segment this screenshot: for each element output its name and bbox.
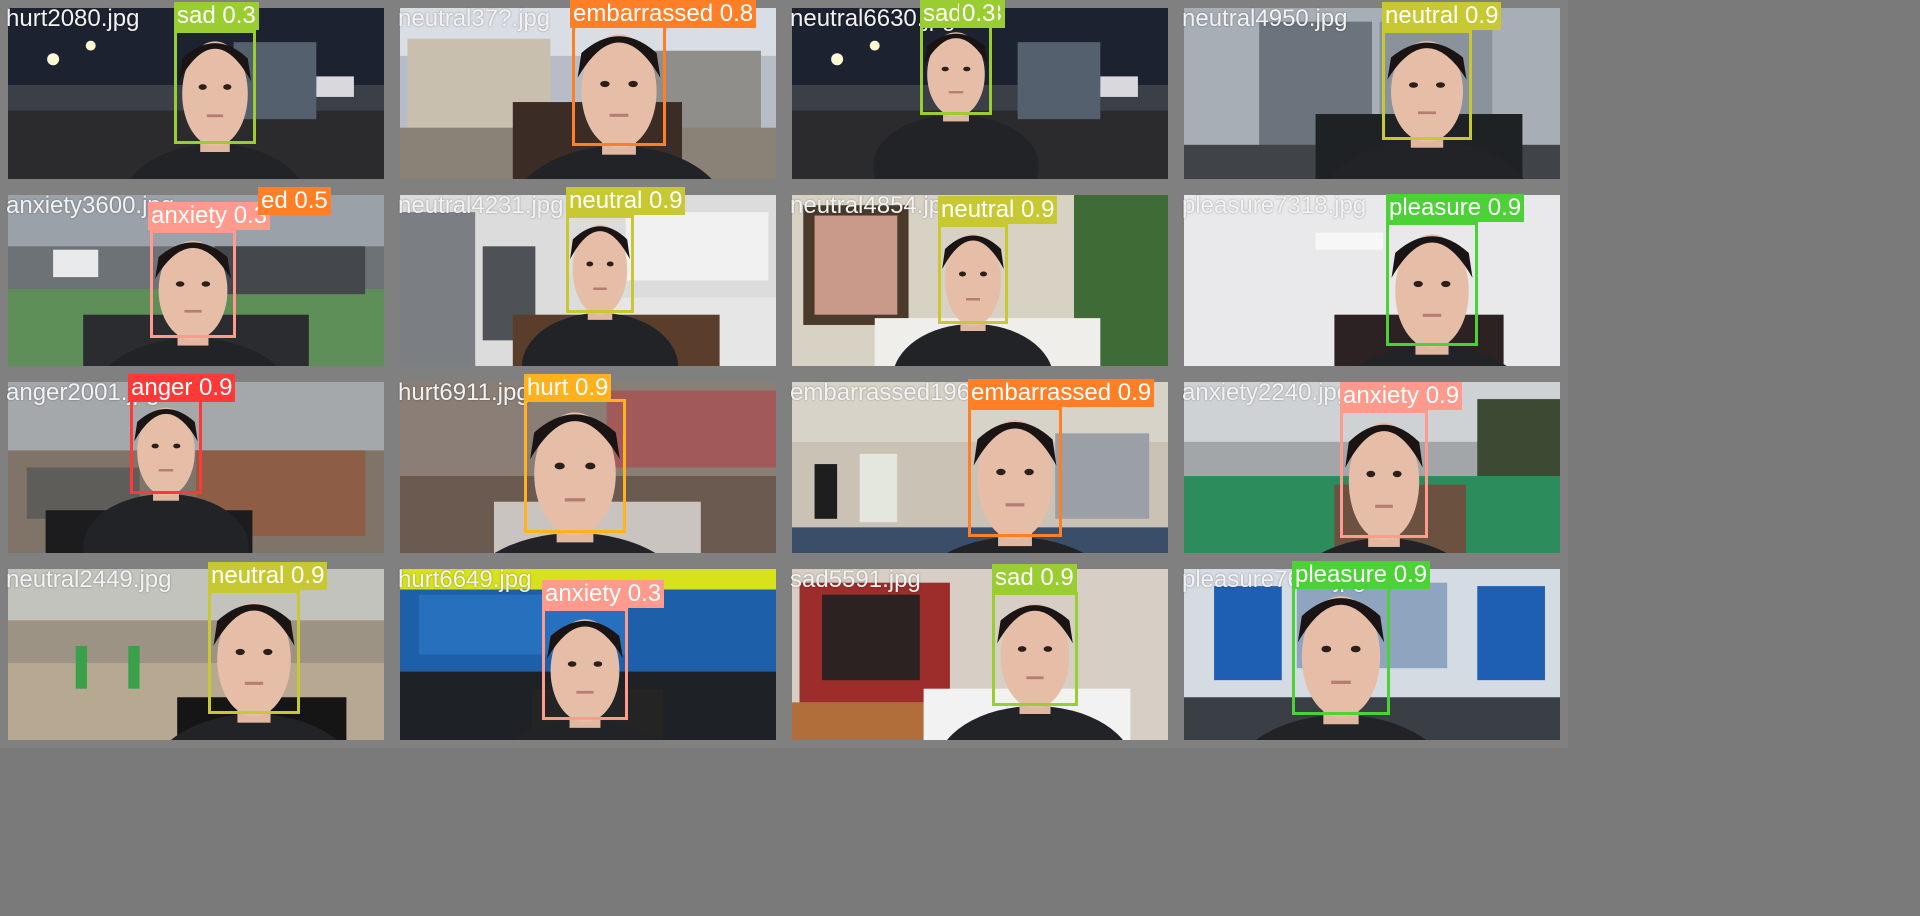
bounding-box <box>572 22 666 146</box>
detection-label: neutral 0.9 <box>938 196 1058 224</box>
photo <box>1184 8 1560 179</box>
image-tile: embarrassed1966.jpg embarrassed 0.9 <box>784 374 1176 561</box>
bounding-box <box>968 407 1062 537</box>
filename-label: hurt2080.jpg <box>6 5 140 32</box>
image-tile: anxiety2240.jpg anxiety 0.9 <box>1176 374 1568 561</box>
detection-label: ed 0.5 <box>258 187 331 215</box>
bounding-box <box>566 215 634 313</box>
image-tile: anxiety3600.jpg anxiety 0.3 ed 0.5 <box>0 187 392 374</box>
image-tile: pleasure7318.jpg pleasure 0.9 <box>1176 187 1568 374</box>
detection-label: sad 0.3 <box>174 2 259 30</box>
detection-grid: hurt2080.jpg sad 0.3 neutral37?.jpg embarr… <box>0 0 1920 916</box>
image-tile: hurt6911.jpg hurt 0.9 <box>392 374 784 561</box>
detection-label: anger 0.9 <box>128 374 236 402</box>
detection-label: 0.3 <box>959 0 999 28</box>
bounding-box <box>174 30 256 144</box>
bounding-box <box>542 608 628 720</box>
filename-label: neutral4950.jpg <box>1182 5 1348 32</box>
bounding-box <box>130 398 202 494</box>
image-tile: neutral4950.jpg neutral 0.9 <box>1176 0 1568 187</box>
bounding-box <box>1386 222 1478 346</box>
photo <box>8 569 384 740</box>
filename-label: neutral4854.jpg <box>790 192 956 219</box>
detection-label: neutral 0.9 <box>566 187 686 215</box>
image-tile: neutral4231.jpg neutral 0.9 <box>392 187 784 374</box>
photo <box>792 569 1168 740</box>
detection-label: embarrassed 0.9 <box>968 379 1155 407</box>
bounding-box <box>208 590 300 714</box>
image-tile: neutral37?.jpg embarrassed 0.8 <box>392 0 784 187</box>
image-tile: neutral4854.jpg neutral 0.9 <box>784 187 1176 374</box>
image-tile: neutral2449.jpg neutral 0.9 <box>0 561 392 748</box>
image-tile: sad5591.jpg sad 0.9 <box>784 561 1176 748</box>
detection-label: neutral 0.9 <box>1382 2 1502 30</box>
bounding-box <box>992 592 1078 706</box>
detection-label: anxiety 0.3 <box>148 202 271 230</box>
filename-label: neutral37?.jpg <box>398 5 551 32</box>
bounding-box <box>1340 410 1428 538</box>
bounding-box <box>1292 583 1390 715</box>
detection-label: anxiety 0.3 <box>542 580 665 608</box>
bounding-box <box>938 224 1008 324</box>
filename-label: sad5591.jpg <box>790 566 921 593</box>
bounding-box <box>920 23 992 115</box>
detection-label: embarrassed 0.8 <box>570 0 757 28</box>
detection-label: pleasure 0.9 <box>1292 561 1431 589</box>
image-tile: pleasure7647.jpg pleasure 0.9 <box>1176 561 1568 748</box>
detection-label: neutral 0.9 <box>208 562 328 590</box>
image-tile: anger2001.jpg anger 0.9 <box>0 374 392 561</box>
bounding-box <box>524 399 626 533</box>
bounding-box <box>1382 30 1472 140</box>
filename-label: neutral2449.jpg <box>6 566 172 593</box>
detection-label: hurt 0.9 <box>524 374 612 402</box>
filename-label: pleasure7318.jpg <box>1182 192 1367 219</box>
filename-label: anxiety2240.jpg <box>1182 379 1351 406</box>
bounding-box <box>150 230 236 338</box>
filename-label: hurt6649.jpg <box>398 566 532 593</box>
image-tile: neutral6630.jpgsad 0.30.3 <box>784 0 1176 187</box>
image-tile: hurt2080.jpg sad 0.3 <box>0 0 392 187</box>
detection-label: sad 0.9 <box>992 564 1077 592</box>
image-tile: hurt6649.jpg anxiety 0.3 <box>392 561 784 748</box>
filename-label: neutral4231.jpg <box>398 192 564 219</box>
detection-label: anxiety 0.9 <box>1340 382 1463 410</box>
detection-label: pleasure 0.9 <box>1386 194 1525 222</box>
filename-label: hurt6911.jpg <box>398 379 530 406</box>
